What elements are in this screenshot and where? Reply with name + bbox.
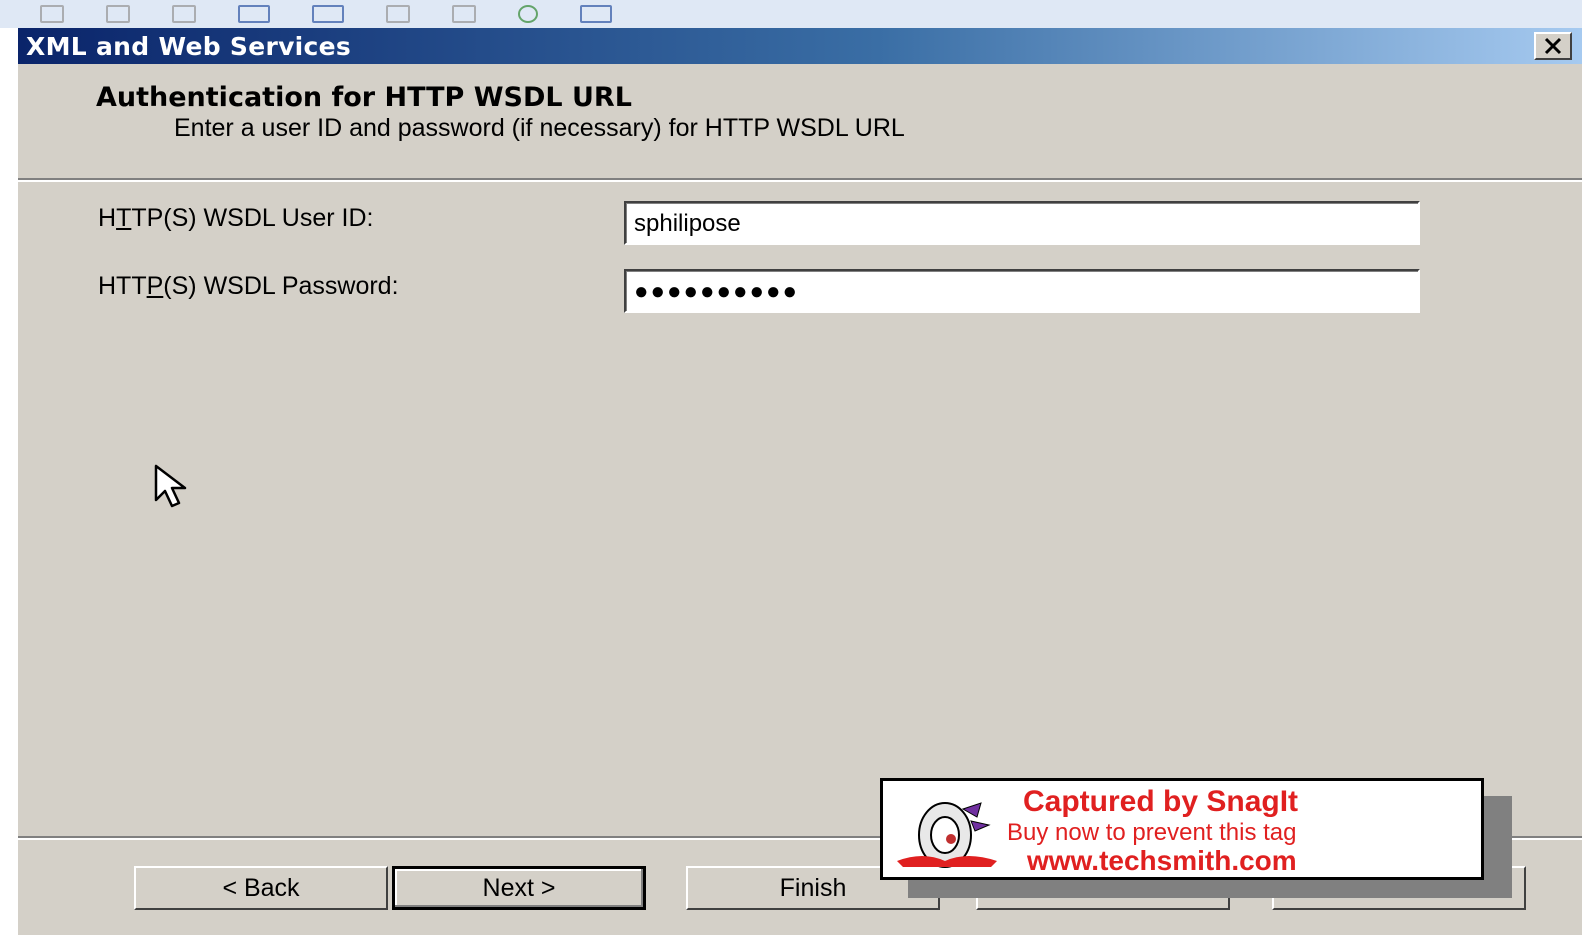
password-masked-value: ●●●●●●●●●● xyxy=(634,278,799,305)
page-subheading: Enter a user ID and password (if necessa… xyxy=(174,114,905,142)
toolbar-icon xyxy=(452,5,476,23)
snagit-line1: Captured by SnagIt xyxy=(1023,785,1299,818)
wizard-header: Authentication for HTTP WSDL URL Enter a… xyxy=(18,64,1582,178)
mnemonic-underline: T xyxy=(116,204,132,232)
password-input[interactable]: ●●●●●●●●●● xyxy=(624,269,1420,313)
header-divider xyxy=(18,178,1582,182)
toolbar-icon xyxy=(106,5,130,23)
back-button[interactable]: < Back xyxy=(134,866,388,910)
toolbar-icon xyxy=(238,5,270,23)
user-id-label: HTTP(S) WSDL User ID: xyxy=(98,204,374,232)
snagit-line2: Buy now to prevent this tag xyxy=(1007,819,1297,846)
dialog-title: XML and Web Services xyxy=(26,31,352,61)
password-label: HTTP(S) WSDL Password: xyxy=(98,272,399,300)
background-toolbar xyxy=(40,4,612,24)
mnemonic-underline: P xyxy=(146,272,164,300)
close-button[interactable] xyxy=(1534,32,1572,60)
toolbar-icon xyxy=(518,5,538,23)
toolbar-icon xyxy=(40,5,64,23)
user-id-value: sphilipose xyxy=(634,210,741,237)
page-heading: Authentication for HTTP WSDL URL xyxy=(96,82,632,113)
toolbar-icon xyxy=(312,5,344,23)
snagit-line3: www.techsmith.com xyxy=(1027,845,1297,876)
snagit-watermark: Captured by SnagIt Buy now to prevent th… xyxy=(880,778,1484,880)
background-window-edge xyxy=(0,28,20,935)
background-toolbar-strip xyxy=(0,0,1582,28)
snagit-logo-icon xyxy=(897,802,997,868)
xml-web-services-dialog: XML and Web Services Authentication for … xyxy=(18,28,1582,935)
next-button[interactable]: Next > xyxy=(392,866,646,910)
toolbar-icon xyxy=(172,5,196,23)
close-icon xyxy=(1544,37,1562,55)
toolbar-icon xyxy=(386,5,410,23)
dialog-titlebar[interactable]: XML and Web Services xyxy=(18,28,1582,64)
user-id-input[interactable]: sphilipose xyxy=(624,201,1420,245)
toolbar-icon xyxy=(580,5,612,23)
cursor-icon xyxy=(154,464,187,508)
